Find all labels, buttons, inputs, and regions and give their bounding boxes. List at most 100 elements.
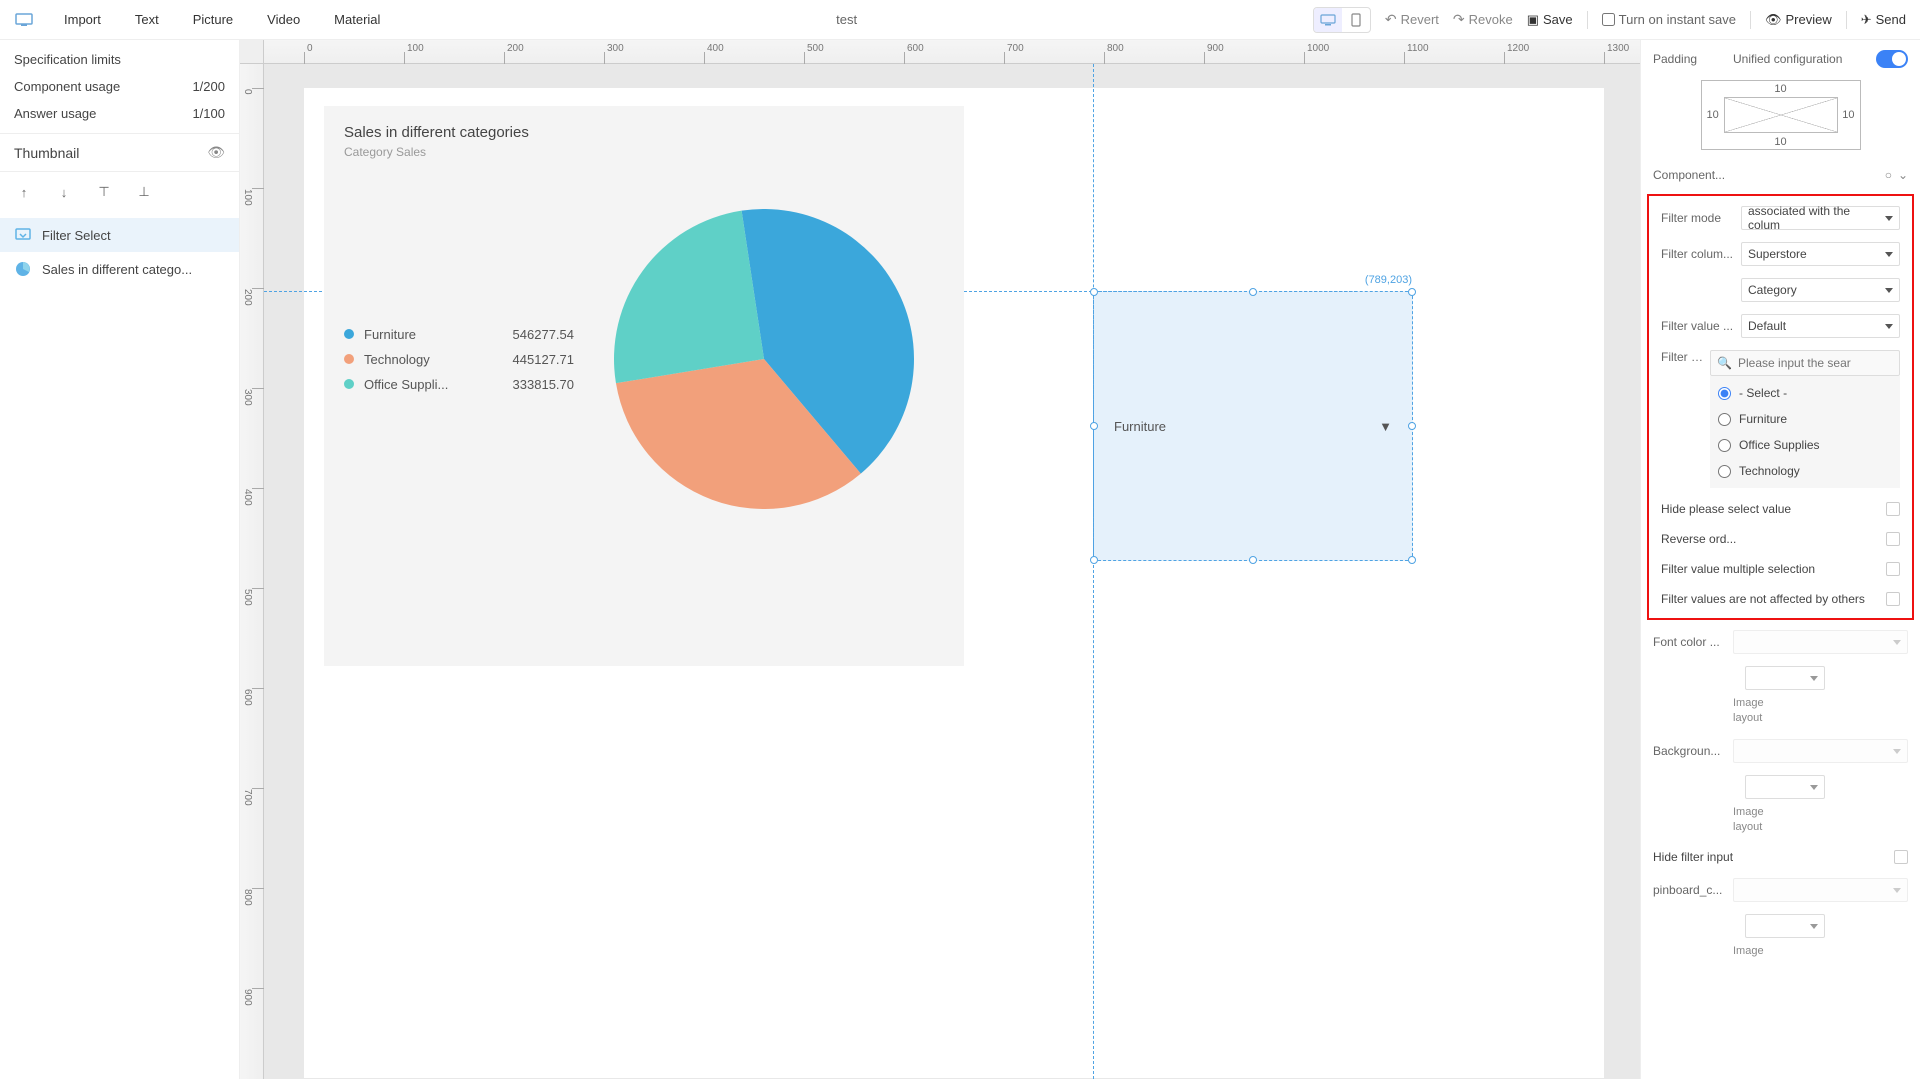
- background-label: Backgroun...: [1653, 744, 1733, 758]
- legend-item: Office Suppli... 333815.70: [344, 377, 574, 392]
- chevron-down-icon: ▼: [1379, 419, 1392, 434]
- instant-save-toggle[interactable]: Turn on instant save: [1602, 12, 1736, 27]
- tree-item-label: Filter Select: [42, 228, 111, 243]
- eye-icon[interactable]: 👁: [207, 144, 225, 161]
- legend-item: Furniture 546277.54: [344, 327, 574, 342]
- legend-swatch: [344, 329, 354, 339]
- chart-legend: Furniture 546277.54 Technology 445127.71…: [344, 317, 574, 402]
- legend-swatch: [344, 354, 354, 364]
- component-usage-value: 1/200: [192, 79, 225, 94]
- send-button[interactable]: ✈Send: [1861, 12, 1906, 28]
- component-usage-label: Component usage: [14, 79, 120, 94]
- filter-column-select[interactable]: Superstore: [1741, 242, 1900, 266]
- font-color-picker[interactable]: [1733, 630, 1908, 654]
- separator: [1846, 11, 1847, 29]
- guide-vertical: [1093, 64, 1094, 1079]
- menu-picture[interactable]: Picture: [193, 12, 233, 27]
- filter-value-radio-list: - Select -FurnitureOffice SuppliesTechno…: [1710, 376, 1900, 488]
- filter-mode-label: Filter mode: [1661, 211, 1741, 225]
- pie-chart: [614, 209, 914, 509]
- background-color-picker[interactable]: [1733, 739, 1908, 763]
- radio-option[interactable]: Technology: [1710, 458, 1900, 484]
- move-down-icon[interactable]: ↓: [54, 182, 74, 202]
- thumbnail-section[interactable]: Thumbnail 👁: [0, 133, 239, 172]
- answer-usage-label: Answer usage: [14, 106, 96, 121]
- selection-coord: (789,203): [1365, 274, 1412, 286]
- ruler-corner: [240, 40, 264, 64]
- menu-import[interactable]: Import: [64, 12, 101, 27]
- separator: [1750, 11, 1751, 29]
- reverse-order-checkbox[interactable]: [1886, 532, 1900, 546]
- search-icon: 🔍: [1717, 356, 1732, 370]
- spec-limits-label: Specification limits: [14, 52, 121, 67]
- hide-select-checkbox[interactable]: [1886, 502, 1900, 516]
- revoke-button[interactable]: ↷Revoke: [1453, 11, 1513, 28]
- align-tools: ↑ ↓ ⊤ ⊥: [0, 172, 239, 212]
- menu-material[interactable]: Material: [334, 12, 380, 27]
- app-logo-icon[interactable]: [14, 10, 34, 30]
- filter-value-search[interactable]: 🔍: [1710, 350, 1900, 376]
- filter-column2-select[interactable]: Category: [1741, 278, 1900, 302]
- padding-top-value: 10: [1774, 83, 1786, 95]
- unified-config-label: Unified configuration: [1733, 52, 1876, 66]
- multi-select-checkbox[interactable]: [1886, 562, 1900, 576]
- image-layout-label-2: Image layout: [1641, 805, 1920, 836]
- radio-option[interactable]: Office Supplies: [1710, 432, 1900, 458]
- radio-option[interactable]: Furniture: [1710, 406, 1900, 432]
- align-bottom-icon[interactable]: ⊥: [134, 182, 154, 202]
- font-color-label: Font color ...: [1653, 635, 1733, 649]
- legend-value: 546277.54: [484, 327, 574, 342]
- component-tree: Filter Select Sales in different catego.…: [0, 212, 239, 292]
- filter-mode-select[interactable]: associated with the colum: [1741, 206, 1900, 230]
- pinboard-color-picker[interactable]: [1733, 878, 1908, 902]
- document-title: test: [380, 12, 1312, 27]
- filter-dropdown[interactable]: Furniture ▼: [1108, 411, 1398, 441]
- image-label-3: Image: [1641, 944, 1920, 959]
- padding-visual[interactable]: 10 10 10 10: [1701, 80, 1861, 150]
- menu-video[interactable]: Video: [267, 12, 300, 27]
- legend-label: Furniture: [364, 327, 474, 342]
- preview-button[interactable]: 👁Preview: [1765, 12, 1832, 28]
- component-label: Component...: [1653, 168, 1733, 182]
- menu-text[interactable]: Text: [135, 12, 159, 27]
- filter-value-default-label: Filter Value ...: [1661, 350, 1710, 364]
- filter-value-label: Filter value ...: [1661, 319, 1741, 333]
- circle-icon[interactable]: ○: [1885, 168, 1892, 182]
- pinboard-subselect[interactable]: [1745, 914, 1825, 938]
- filter-select-component[interactable]: (789,203) Furniture ▼: [1093, 291, 1413, 561]
- move-up-icon[interactable]: ↑: [14, 182, 34, 202]
- hide-filter-input-checkbox[interactable]: [1894, 850, 1908, 864]
- canvas-area: 0100200300400500600700800900100011001200…: [240, 40, 1640, 1079]
- canvas[interactable]: Sales in different categories Category S…: [264, 64, 1640, 1079]
- revert-button[interactable]: ↶Revert: [1385, 11, 1439, 28]
- tree-item-filter-select[interactable]: Filter Select: [0, 218, 239, 252]
- multi-select-label: Filter value multiple selection: [1661, 562, 1886, 576]
- font-subselect[interactable]: [1745, 666, 1825, 690]
- main-menu: Import Text Picture Video Material: [64, 12, 380, 27]
- filter-value-search-input[interactable]: [1738, 356, 1893, 370]
- not-affected-checkbox[interactable]: [1886, 592, 1900, 606]
- padding-right-value: 10: [1842, 109, 1854, 121]
- align-top-icon[interactable]: ⊤: [94, 182, 114, 202]
- chevron-down-icon[interactable]: ⌄: [1898, 168, 1908, 182]
- unified-config-toggle[interactable]: [1876, 50, 1908, 68]
- device-mobile-button[interactable]: [1342, 8, 1370, 32]
- legend-swatch: [344, 379, 354, 389]
- tree-item-chart[interactable]: Sales in different catego...: [0, 252, 239, 286]
- ruler-vertical: 01002003004005006007008009001000: [240, 64, 264, 1079]
- chart-subtitle: Category Sales: [344, 145, 944, 159]
- image-layout-label: Image layout: [1641, 696, 1920, 727]
- answer-usage-value: 1/100: [192, 106, 225, 121]
- pie-chart-icon: [14, 260, 32, 278]
- legend-value: 333815.70: [484, 377, 574, 392]
- eye-icon: 👁: [1765, 12, 1782, 28]
- save-button[interactable]: ▣Save: [1527, 12, 1573, 28]
- radio-option[interactable]: - Select -: [1710, 380, 1900, 406]
- hide-filter-input-label: Hide filter input: [1653, 850, 1894, 864]
- device-desktop-button[interactable]: [1314, 8, 1342, 32]
- filter-settings-section: Filter mode associated with the colum Fi…: [1647, 194, 1914, 620]
- chart-card[interactable]: Sales in different categories Category S…: [324, 106, 964, 666]
- filter-value-select[interactable]: Default: [1741, 314, 1900, 338]
- padding-left-value: 10: [1707, 109, 1719, 121]
- background-subselect[interactable]: [1745, 775, 1825, 799]
